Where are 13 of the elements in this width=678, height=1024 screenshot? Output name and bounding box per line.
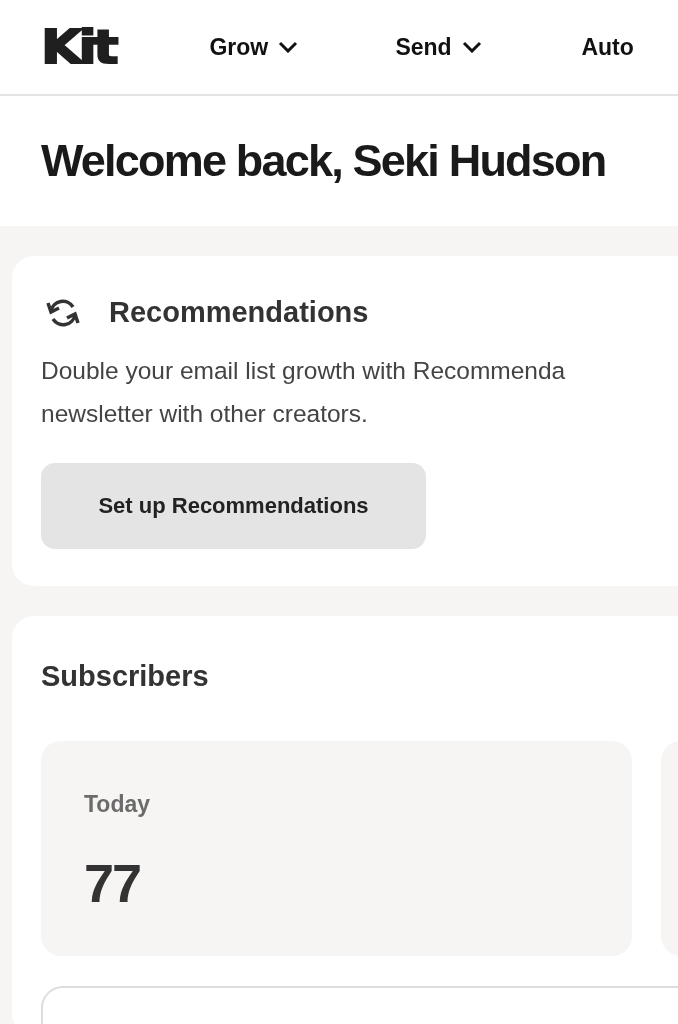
chevron-down-icon bbox=[461, 41, 482, 53]
page-title: Welcome back, Seki Hudson bbox=[41, 135, 606, 187]
nav-menu[interactable]: Send bbox=[395, 33, 582, 61]
nav-menu[interactable]: Grow bbox=[209, 33, 396, 61]
nav-menu[interactable]: Auto bbox=[581, 33, 678, 61]
stat-label: Today bbox=[84, 791, 152, 818]
logo[interactable]: Kit bbox=[41, 24, 116, 70]
card-heading: Subscribers bbox=[41, 660, 209, 692]
description-text: Double your email list growth with Recommenda newsletter with other creators. bbox=[41, 356, 567, 429]
card-heading: Recommendations bbox=[109, 296, 369, 329]
chevron-down-icon bbox=[278, 41, 299, 53]
stat-value: 77 bbox=[84, 856, 142, 910]
setup-button[interactable]: Set up Recommendations bbox=[41, 463, 426, 549]
